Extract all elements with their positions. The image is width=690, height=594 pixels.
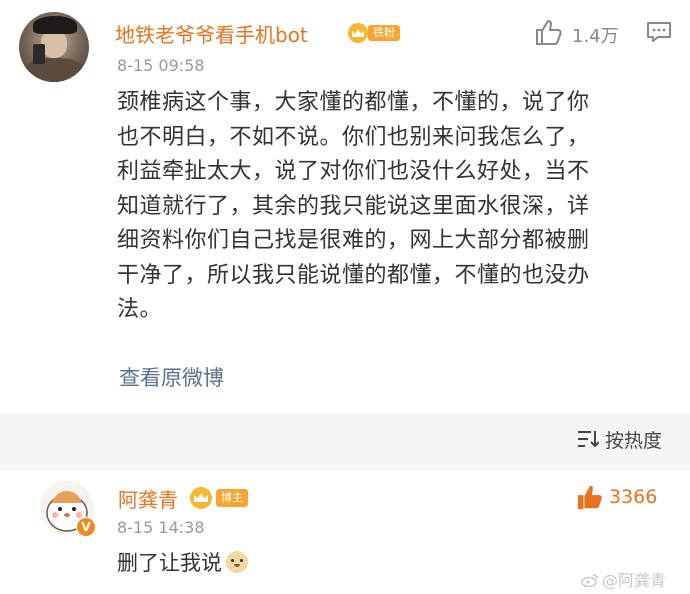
comment-body: 颈椎病这个事，大家懂的都懂，不懂的，说了你 也不明白，不如不说。你们也别来问我怎… <box>117 86 672 328</box>
sort-icon <box>578 431 599 448</box>
weibo-icon <box>581 574 598 587</box>
comment-line: 干净了，所以我只能说懂的都懂，不懂的也没办 <box>117 262 590 288</box>
commenter-name[interactable]: 地铁老爷爷看手机bot <box>115 19 308 48</box>
comment-line: 细资料你们自己找是很难的，网上大部分都被删 <box>117 228 590 253</box>
reply-body: 删了让我说 <box>117 547 248 577</box>
sort-label: 按热度 <box>605 430 663 452</box>
view-original-link[interactable]: 查看原微博 <box>119 362 224 392</box>
verified-badge: V <box>76 517 96 537</box>
comment-line: 法。 <box>117 297 163 322</box>
comment-line: 也不明白，不如不说。你们也别来问我怎么了， <box>117 124 590 150</box>
like-count: 1.4万 <box>572 26 619 47</box>
reply-text: 删了让我说 <box>117 551 222 575</box>
doge-emoji-icon <box>226 551 248 573</box>
fan-badge: 铁粉 <box>348 22 406 44</box>
crown-icon <box>348 23 368 43</box>
blogger-badge: 博主 <box>216 489 248 507</box>
thumbs-up-icon[interactable] <box>534 18 564 46</box>
replier-name[interactable]: 阿龚青 <box>118 484 178 513</box>
comment-line: 知道就行了，其余的我只能说这里面水很深，详 <box>117 193 590 219</box>
watermark-text: @阿龚青 <box>602 571 667 590</box>
reply-like-count: 3366 <box>609 486 658 508</box>
fan-badge-label: 铁粉 <box>368 25 400 41</box>
comment-line: 颈椎病这个事，大家懂的都懂，不懂的，说了你 <box>117 90 590 115</box>
comment-icon[interactable] <box>646 21 672 43</box>
watermark: @阿龚青 <box>581 567 666 591</box>
crown-icon <box>190 487 212 509</box>
commenter-avatar[interactable] <box>19 12 89 82</box>
comment-line: 利益牵扯太大，说了对你们也没什么好处，当不 <box>117 159 590 184</box>
comment-timestamp: 8-15 09:58 <box>117 56 205 75</box>
thumbs-up-filled-icon[interactable] <box>576 483 604 511</box>
reply-timestamp: 8-15 14:38 <box>117 518 205 537</box>
